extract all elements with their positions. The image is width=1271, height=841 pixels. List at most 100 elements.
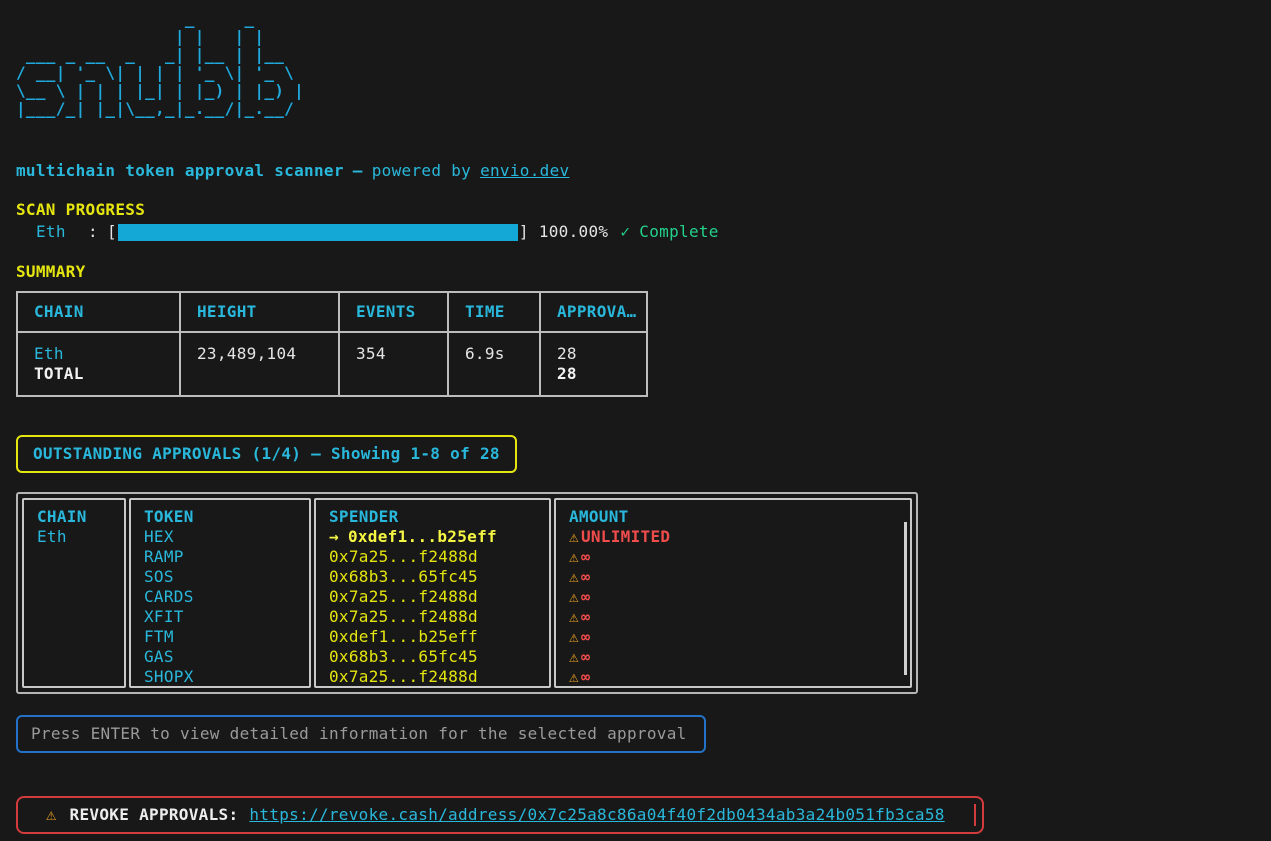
summary-height-value: 23,489,104	[197, 344, 338, 364]
approvals-header-token: TOKEN	[144, 507, 309, 527]
summary-header-height: HEIGHT	[181, 293, 340, 333]
warning-icon: ⚠	[569, 647, 579, 666]
amount-cell[interactable]: ⚠∞	[569, 647, 910, 667]
infinity-icon: ∞	[581, 608, 590, 626]
summary-total-label: TOTAL	[34, 364, 179, 384]
amount-cell[interactable]: ⚠∞	[569, 667, 910, 687]
amount-cell[interactable]: ⚠∞	[569, 627, 910, 647]
infinity-icon: ∞	[581, 628, 590, 646]
title-separator: –	[353, 161, 363, 181]
token-cell[interactable]: GAS	[144, 647, 309, 667]
outstanding-approvals-header: OUTSTANDING APPROVALS (1/4) – Showing 1-…	[16, 435, 517, 473]
summary-header-chain: CHAIN	[18, 293, 181, 333]
selected-arrow-icon: →	[329, 527, 339, 546]
summary-cell-chain: Eth TOTAL	[18, 333, 181, 395]
app-title: multichain token approval scanner	[16, 161, 344, 181]
amount-value: UNLIMITED	[581, 527, 670, 546]
token-cell[interactable]: SOS	[144, 567, 309, 587]
progress-bracket-open: [	[107, 222, 117, 242]
summary-cell-approvals: 28 28	[541, 333, 646, 395]
warning-icon: ⚠	[569, 547, 579, 566]
approvals-chain-value: Eth	[37, 527, 124, 547]
approvals-column-amount: AMOUNT ⚠UNLIMITED ⚠∞ ⚠∞ ⚠∞ ⚠∞ ⚠∞ ⚠∞ ⚠∞	[554, 498, 912, 688]
infinity-icon: ∞	[581, 568, 590, 586]
logo-line: ___ _ __ _ _| |__ | |__	[16, 46, 1271, 64]
scrollbar-thumb[interactable]	[904, 522, 907, 675]
amount-cell[interactable]: ⚠UNLIMITED	[569, 527, 910, 547]
warning-icon: ⚠	[569, 607, 579, 626]
summary-cell-height: 23,489,104	[181, 333, 340, 395]
spender-cell-selected[interactable]: → 0xdef1...b25eff	[329, 527, 549, 547]
revoke-label: REVOKE APPROVALS:	[70, 805, 239, 825]
warning-icon: ⚠	[46, 805, 57, 825]
revoke-link[interactable]: https://revoke.cash/address/0x7c25a8c86a…	[249, 805, 944, 825]
summary-header-approvals: APPROVA…	[541, 293, 646, 333]
envio-link[interactable]: envio.dev	[480, 161, 569, 181]
outstanding-approvals-title: OUTSTANDING APPROVALS (1/4) – Showing 1-…	[33, 444, 500, 463]
spender-cell[interactable]: 0x7a25...f2488d	[329, 547, 549, 567]
token-cell[interactable]: FTM	[144, 627, 309, 647]
terminal-screen: _ _ | | | | ___ _ __ _ _| |__ | |__ / __…	[0, 0, 1271, 834]
token-cell[interactable]: HEX	[144, 527, 309, 547]
approvals-column-spender: SPENDER → 0xdef1...b25eff 0x7a25...f2488d…	[314, 498, 551, 688]
progress-colon: :	[88, 222, 98, 242]
warning-icon: ⚠	[569, 587, 579, 606]
progress-chain-label: Eth	[36, 222, 88, 242]
infinity-icon: ∞	[581, 588, 590, 606]
checkmark-icon: ✓	[620, 222, 630, 242]
revoke-scroll-indicator	[974, 804, 976, 826]
summary-events-value: 354	[356, 344, 447, 364]
spender-address: 0xdef1...b25eff	[348, 527, 497, 546]
revoke-banner: ⚠ REVOKE APPROVALS: https://revoke.cash/…	[16, 796, 984, 834]
progress-status: Complete	[639, 222, 718, 242]
summary-chain-value: Eth	[34, 344, 179, 364]
summary-heading: SUMMARY	[16, 262, 1271, 282]
token-cell[interactable]: SHOPX	[144, 667, 309, 687]
approvals-header-amount: AMOUNT	[569, 507, 910, 527]
spender-cell[interactable]: 0xdef1...b25eff	[329, 627, 549, 647]
spender-cell[interactable]: 0x68b3...65fc45	[329, 567, 549, 587]
logo-line: / __| '_ \| | | | '_ \| '_ \	[16, 64, 1271, 82]
scan-progress-heading: SCAN PROGRESS	[16, 200, 1271, 220]
logo-line: \__ \ | | | |_| | |_) | |_) |	[16, 82, 1271, 100]
summary-header-events: EVENTS	[340, 293, 449, 333]
snubb-logo: _ _ | | | | ___ _ __ _ _| |__ | |__ / __…	[16, 10, 1271, 118]
enter-hint-text: Press ENTER to view detailed information…	[31, 724, 687, 743]
amount-cell[interactable]: ⚠∞	[569, 607, 910, 627]
summary-total-approvals: 28	[557, 364, 646, 384]
summary-time-value: 6.9s	[465, 344, 539, 364]
token-cell[interactable]: RAMP	[144, 547, 309, 567]
amount-cell[interactable]: ⚠∞	[569, 567, 910, 587]
summary-header-time: TIME	[449, 293, 541, 333]
approvals-header-chain: CHAIN	[37, 507, 124, 527]
infinity-icon: ∞	[581, 668, 590, 686]
spender-cell[interactable]: 0x7a25...f2488d	[329, 587, 549, 607]
approvals-table: CHAIN Eth TOKEN HEX RAMP SOS CARDS XFIT …	[16, 492, 918, 694]
app-title-row: multichain token approval scanner – powe…	[16, 161, 1271, 181]
summary-cell-events: 354	[340, 333, 449, 395]
approvals-column-chain: CHAIN Eth	[22, 498, 126, 688]
progress-bracket-close: ]	[519, 222, 529, 242]
warning-icon: ⚠	[569, 627, 579, 646]
infinity-icon: ∞	[581, 648, 590, 666]
warning-icon: ⚠	[569, 667, 579, 686]
token-cell[interactable]: XFIT	[144, 607, 309, 627]
enter-hint: Press ENTER to view detailed information…	[16, 715, 706, 753]
scan-progress-row: Eth : [ ] 100.00% ✓ Complete	[16, 222, 1271, 242]
progress-percent: 100.00%	[539, 222, 609, 242]
spender-cell[interactable]: 0x68b3...65fc45	[329, 647, 549, 667]
approvals-header-spender: SPENDER	[329, 507, 549, 527]
logo-line: | | | |	[16, 28, 1271, 46]
logo-line: |___/_| |_|\__,_|_.__/|_.__/	[16, 100, 1271, 118]
amount-cell[interactable]: ⚠∞	[569, 547, 910, 567]
approvals-column-token: TOKEN HEX RAMP SOS CARDS XFIT FTM GAS SH…	[129, 498, 311, 688]
token-cell[interactable]: CARDS	[144, 587, 309, 607]
amount-cell[interactable]: ⚠∞	[569, 587, 910, 607]
progress-bar	[118, 224, 518, 241]
spender-cell[interactable]: 0x7a25...f2488d	[329, 607, 549, 627]
summary-approvals-value: 28	[557, 344, 646, 364]
spender-cell[interactable]: 0x7a25...f2488d	[329, 667, 549, 687]
warning-icon: ⚠	[569, 567, 579, 586]
summary-table: CHAIN HEIGHT EVENTS TIME APPROVA… Eth TO…	[16, 291, 648, 397]
logo-line: _ _	[16, 10, 1271, 28]
